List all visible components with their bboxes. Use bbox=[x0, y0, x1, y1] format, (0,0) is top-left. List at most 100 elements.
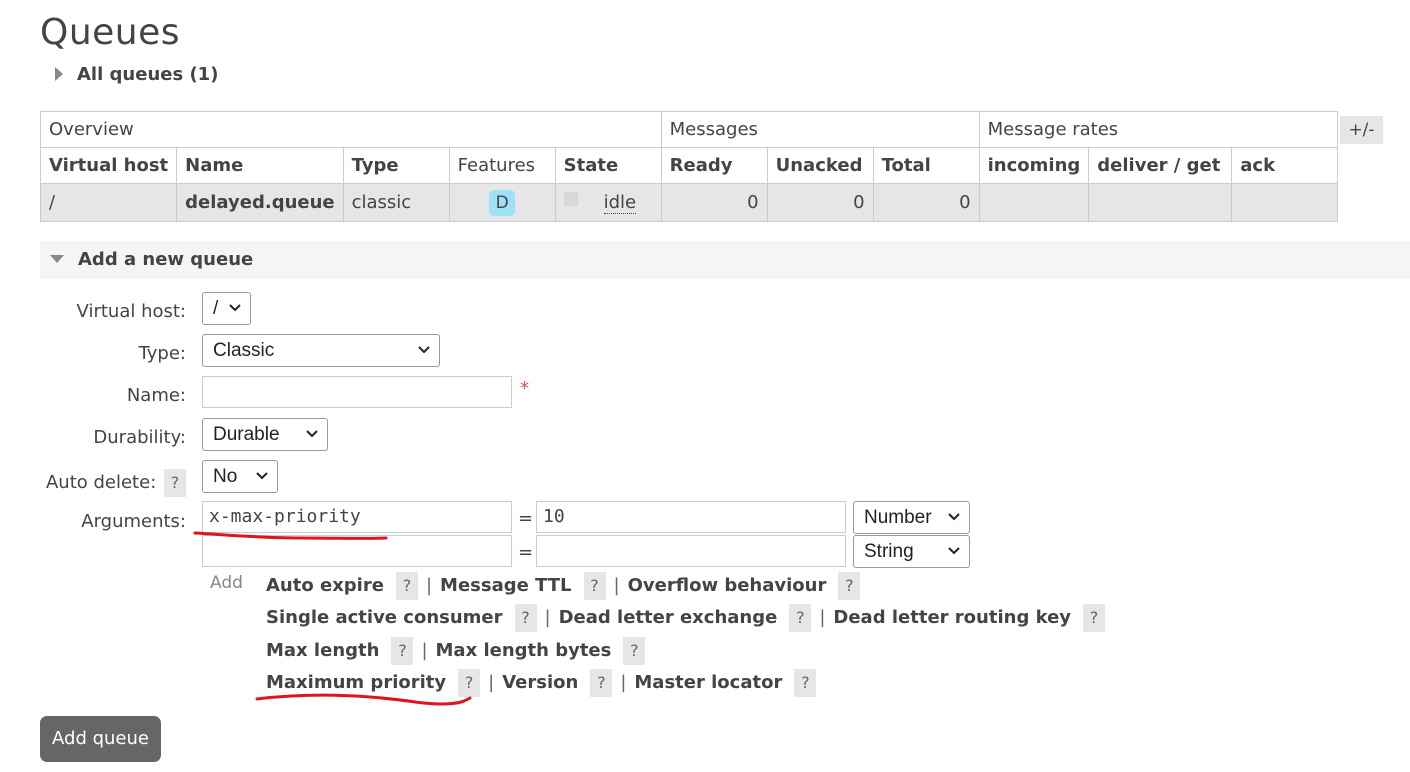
col-type[interactable]: Type bbox=[342, 147, 450, 184]
help-icon[interactable]: ? bbox=[789, 604, 812, 632]
col-total[interactable]: Total bbox=[872, 147, 980, 184]
helper-version[interactable]: Version bbox=[502, 672, 578, 693]
add-queue-section-title: Add a new queue bbox=[78, 249, 254, 270]
all-queues-label: All queues (1) bbox=[77, 64, 219, 85]
durable-badge: D bbox=[489, 189, 516, 216]
helper-message-ttl[interactable]: Message TTL bbox=[440, 575, 572, 596]
cell-features: D bbox=[448, 183, 556, 222]
help-icon[interactable]: ? bbox=[514, 604, 537, 632]
chevron-down-icon bbox=[948, 513, 960, 521]
helper-overflow-behaviour[interactable]: Overflow behaviour bbox=[628, 575, 827, 596]
group-overview: Overview bbox=[40, 111, 662, 148]
type-label: Type: bbox=[138, 343, 186, 364]
col-unacked[interactable]: Unacked bbox=[766, 147, 874, 184]
help-icon[interactable]: ? bbox=[590, 669, 613, 697]
name-label: Name: bbox=[126, 385, 186, 406]
help-icon[interactable]: ? bbox=[623, 637, 646, 665]
auto-delete-value: No bbox=[213, 466, 238, 487]
annotation-underline bbox=[255, 693, 472, 706]
auto-delete-label-row: Auto delete: ? bbox=[6, 469, 186, 497]
separator: | bbox=[425, 575, 433, 596]
durability-select[interactable]: Durable bbox=[202, 418, 328, 451]
help-icon[interactable]: ? bbox=[1083, 604, 1106, 632]
help-icon[interactable]: ? bbox=[794, 669, 817, 697]
queue-name-link[interactable]: delayed.queue bbox=[176, 183, 344, 222]
arguments-label: Arguments: bbox=[81, 511, 186, 532]
col-name[interactable]: Name bbox=[176, 147, 344, 184]
col-incoming[interactable]: incoming bbox=[978, 147, 1090, 184]
helper-single-active-consumer[interactable]: Single active consumer bbox=[266, 607, 503, 628]
collapse-arrow-icon bbox=[50, 255, 64, 263]
durability-label: Durability: bbox=[93, 427, 186, 448]
virtual-host-label: Virtual host: bbox=[76, 301, 186, 322]
virtual-host-value: / bbox=[213, 298, 219, 319]
helper-master-locator[interactable]: Master locator bbox=[634, 672, 782, 693]
help-icon[interactable]: ? bbox=[583, 572, 606, 600]
add-queue-button[interactable]: Add queue bbox=[40, 716, 161, 762]
separator: | bbox=[620, 672, 627, 693]
argument-type-select[interactable]: Number bbox=[853, 501, 970, 534]
toggle-columns-button[interactable]: +/- bbox=[1340, 116, 1383, 144]
all-queues-toggle[interactable]: All queues (1) bbox=[55, 64, 218, 85]
help-icon[interactable]: ? bbox=[395, 572, 418, 600]
cell-ready: 0 bbox=[660, 183, 768, 222]
separator: | bbox=[488, 672, 495, 693]
argument-value-input[interactable]: 10 bbox=[536, 501, 846, 533]
cell-state: idle bbox=[554, 183, 662, 222]
argument-helpers-row: Max length? | Max length bytes? bbox=[266, 637, 646, 665]
col-virtual-host[interactable]: Virtual host bbox=[39, 147, 178, 184]
helper-dead-letter-routing-key[interactable]: Dead letter routing key bbox=[833, 607, 1071, 628]
table-row[interactable]: / delayed.queue classic D idle 0 0 0 bbox=[39, 183, 1339, 222]
separator: | bbox=[613, 575, 620, 596]
state-label: idle bbox=[603, 192, 637, 214]
cell-ack bbox=[1231, 183, 1339, 222]
cell-virtual-host: / bbox=[39, 183, 178, 222]
separator: | bbox=[421, 640, 428, 661]
chevron-down-icon bbox=[229, 304, 241, 312]
expand-arrow-icon bbox=[55, 67, 63, 81]
col-deliver-get[interactable]: deliver / get bbox=[1088, 147, 1233, 184]
helper-max-length-bytes[interactable]: Max length bytes bbox=[436, 640, 612, 661]
chevron-down-icon bbox=[948, 547, 960, 555]
col-state[interactable]: State bbox=[554, 147, 662, 184]
page-title: Queues bbox=[40, 12, 181, 53]
separator: | bbox=[819, 607, 826, 628]
queues-table: Overview Messages Message rates Virtual … bbox=[39, 111, 1339, 222]
argument-helpers-row: Auto expire? | Message TTL? | Overflow behav… bbox=[266, 572, 861, 600]
col-features: Features bbox=[448, 147, 556, 184]
add-queue-section-toggle[interactable]: Add a new queue bbox=[50, 249, 253, 270]
helper-auto-expire[interactable]: Auto expire bbox=[266, 575, 384, 596]
group-messages: Messages bbox=[660, 111, 980, 148]
chevron-down-icon bbox=[418, 346, 430, 354]
state-indicator-icon bbox=[563, 192, 578, 206]
required-asterisk: * bbox=[520, 378, 529, 399]
type-value: Classic bbox=[213, 340, 275, 361]
helper-max-length[interactable]: Max length bbox=[266, 640, 379, 661]
separator: | bbox=[544, 607, 551, 628]
name-input[interactable] bbox=[202, 376, 512, 408]
help-icon[interactable]: ? bbox=[838, 572, 861, 600]
auto-delete-help-icon[interactable]: ? bbox=[164, 469, 186, 497]
col-ready[interactable]: Ready bbox=[660, 147, 768, 184]
cell-incoming bbox=[978, 183, 1090, 222]
argument-value-input[interactable] bbox=[536, 535, 846, 567]
argument-equals: = bbox=[518, 542, 534, 563]
cell-deliver-get bbox=[1088, 183, 1233, 222]
group-message-rates: Message rates bbox=[978, 111, 1339, 148]
cell-unacked: 0 bbox=[766, 183, 874, 222]
argument-helpers-row: Single active consumer? | Dead letter exch… bbox=[266, 604, 1106, 632]
virtual-host-select[interactable]: / bbox=[202, 292, 251, 325]
chevron-down-icon bbox=[256, 472, 268, 480]
auto-delete-select[interactable]: No bbox=[202, 460, 278, 493]
argument-type-select[interactable]: String bbox=[853, 535, 970, 568]
argument-equals: = bbox=[518, 508, 534, 529]
durability-value: Durable bbox=[213, 424, 280, 445]
helper-dead-letter-exchange[interactable]: Dead letter exchange bbox=[559, 607, 778, 628]
type-select[interactable]: Classic bbox=[202, 334, 440, 367]
add-argument-link[interactable]: Add bbox=[210, 573, 243, 593]
auto-delete-label: Auto delete: bbox=[45, 472, 157, 493]
col-ack[interactable]: ack bbox=[1231, 147, 1339, 184]
help-icon[interactable]: ? bbox=[391, 637, 414, 665]
annotation-underline bbox=[193, 531, 388, 540]
argument-type-value: Number bbox=[864, 507, 932, 528]
